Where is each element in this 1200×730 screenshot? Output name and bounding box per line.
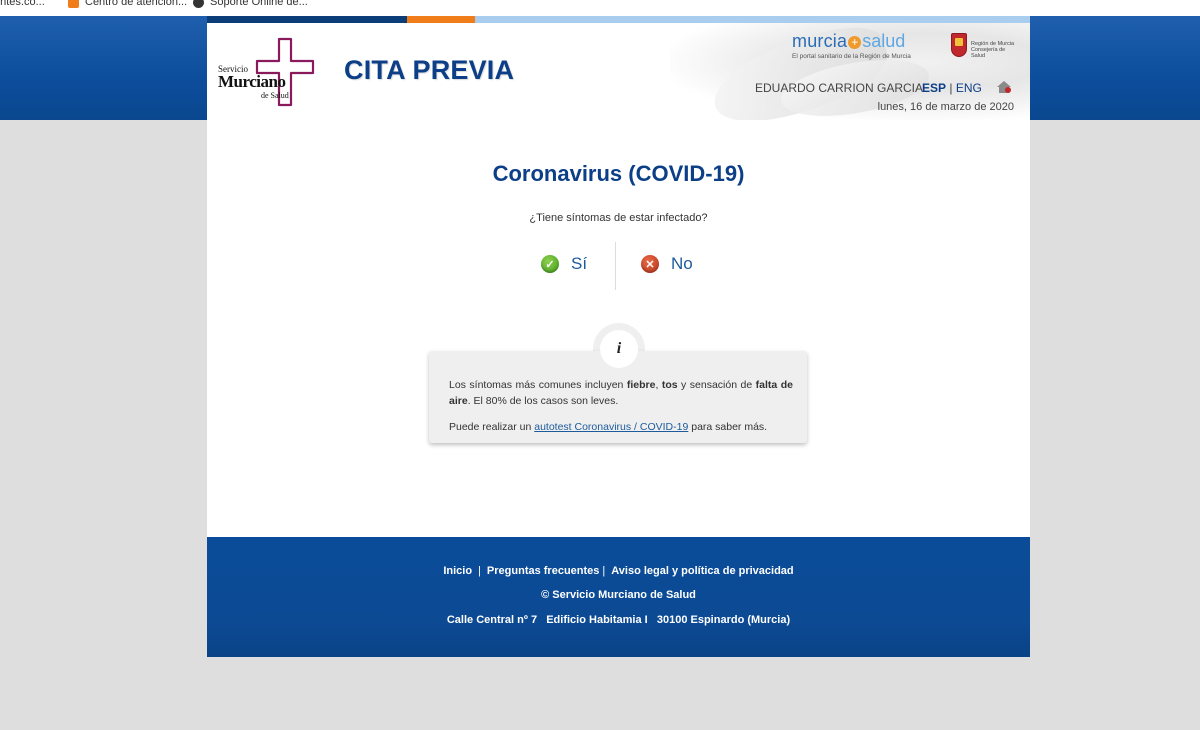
logo-text: Murciano [218, 72, 286, 91]
footer-link-legal[interactable]: Aviso legal y política de privacidad [611, 565, 793, 577]
user-name: EDUARDO CARRION GARCIA [755, 81, 924, 95]
info-bold-cough: tos [661, 379, 678, 391]
support-icon [193, 0, 204, 8]
lang-eng-link[interactable]: ENG [956, 81, 982, 95]
header: Servicio Murciano de Salud CITA PREVIA m… [207, 23, 1030, 120]
section-title: Coronavirus (COVID-19) [492, 161, 745, 186]
info-autotest-text: Puede realizar un autotest Coronavirus /… [449, 421, 768, 433]
bookmark-item[interactable]: Centro de atención... [68, 0, 187, 8]
sms-logo[interactable]: Servicio Murciano de Salud [217, 37, 317, 107]
header-color-strip [207, 16, 1030, 23]
footer-address: Calle Central nº 7 Edificio Habitamia I … [446, 614, 791, 626]
plus-icon: + [848, 36, 862, 49]
check-icon: ✓ [541, 255, 559, 273]
yes-button[interactable]: ✓ Sí [541, 254, 587, 274]
home-icon[interactable] [996, 80, 1012, 94]
footer-link-home[interactable]: Inicio [443, 565, 472, 577]
bookmark-label: Centro de atención... [85, 0, 188, 8]
autotest-link[interactable]: autotest Coronavirus / COVID-19 [534, 421, 688, 433]
portal-word: salud [862, 31, 906, 51]
page-title: CITA PREVIA [344, 55, 515, 85]
bookmark-item[interactable]: entes.co... [0, 0, 45, 8]
bookmark-label: Soporte Online de... [210, 0, 308, 8]
region-text: Consejería de Salud [971, 47, 1006, 59]
footer-link-faq[interactable]: Preguntas frecuentes [487, 565, 599, 577]
region-shield-icon [951, 33, 967, 57]
portal-tagline: El portal sanitario de la Región de Murc… [792, 53, 911, 60]
lang-esp-link[interactable]: ESP [922, 81, 946, 95]
bookmark-item[interactable]: Soporte Online de... [193, 0, 308, 8]
close-icon: ✕ [641, 255, 659, 273]
portal-word: murcia [792, 31, 848, 51]
footer-links: Inicio | Preguntas frecuentes | Aviso legal … [207, 565, 1030, 577]
info-bold-fever: fiebre [626, 379, 656, 391]
symptoms-question: ¿Tiene síntomas de estar infectado? [529, 212, 708, 224]
footer-separator: | [478, 565, 481, 577]
orange-bookmark-icon [68, 0, 79, 8]
murcia-salud-logo[interactable]: murcia + salud El portal sanitario de la R… [792, 31, 932, 63]
bookmark-label: entes.co... [0, 0, 45, 8]
no-button[interactable]: ✕ No [641, 254, 693, 274]
answer-options: ✓ Sí ✕ No [207, 242, 1030, 290]
lang-separator: | [949, 81, 953, 95]
answer-divider [615, 242, 616, 290]
region-murcia-logo[interactable]: Región de Murcia Consejería de Salud [949, 33, 1019, 61]
footer-separator: | [602, 565, 606, 577]
yes-label: Sí [571, 254, 588, 273]
info-icon: i [600, 330, 638, 368]
current-date: lunes, 16 de marzo de 2020 [877, 101, 1014, 113]
footer: Inicio | Preguntas frecuentes | Aviso legal … [207, 537, 1030, 657]
language-switch: ESP | ENG [922, 81, 982, 95]
footer-copyright: © Servicio Murciano de Salud [541, 589, 696, 601]
no-label: No [671, 254, 693, 273]
info-symptoms-text: Los síntomas más comunes incluyen fiebre… [449, 379, 793, 407]
logo-text: de Salud [261, 91, 289, 100]
main-content: Coronavirus (COVID-19) ¿Tiene síntomas d… [207, 120, 1030, 537]
bookmarks-bar: entes.co... Centro de atención... Soport… [0, 0, 1200, 16]
